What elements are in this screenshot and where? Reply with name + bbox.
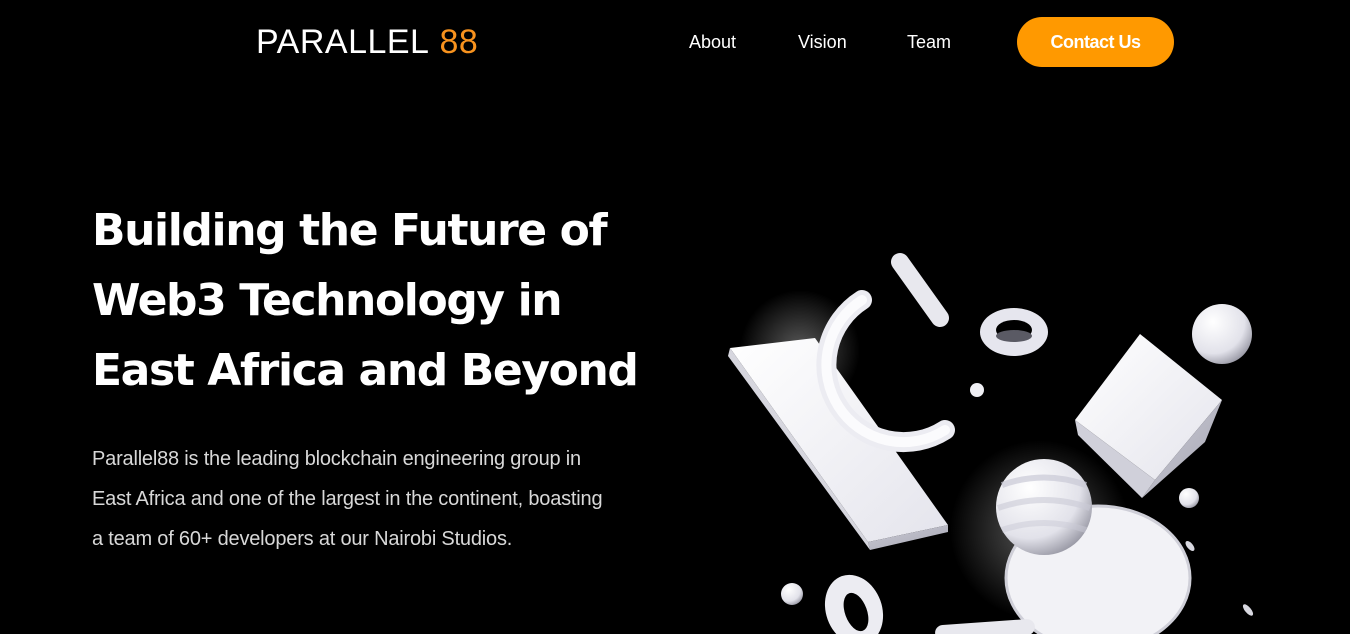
capsule-shape xyxy=(891,253,949,327)
hero-description-line-1: Parallel88 is the leading blockchain eng… xyxy=(92,448,581,470)
hero-3d-shapes-illustration xyxy=(728,253,1254,634)
bottom-torus-shape xyxy=(824,574,884,634)
striped-sphere-shape xyxy=(996,459,1092,555)
hero-title: Building the Future of Web3 Technology i… xyxy=(92,196,692,406)
navbar: PARALLEL 88 About Vision Team Contact Us xyxy=(0,0,1350,84)
nav-link-team[interactable]: Team xyxy=(907,30,951,54)
hero-title-line-2: Web3 Technology in xyxy=(92,275,563,326)
sphere-shape xyxy=(1192,304,1252,364)
contact-us-button[interactable]: Contact Us xyxy=(1017,17,1174,67)
nav-link-vision[interactable]: Vision xyxy=(798,30,847,54)
shard-shape xyxy=(1185,541,1195,551)
hero-description-line-3: a team of 60+ developers at our Nairobi … xyxy=(92,528,513,550)
logo[interactable]: PARALLEL 88 xyxy=(256,22,478,62)
bar-shape xyxy=(935,619,1035,634)
hero-description: Parallel88 is the leading blockchain eng… xyxy=(92,439,652,559)
logo-number: 88 xyxy=(439,23,479,61)
dot-shape xyxy=(781,583,803,605)
nav-link-about[interactable]: About xyxy=(689,30,736,54)
dot-shape xyxy=(970,383,984,397)
logo-text: PARALLEL xyxy=(256,23,430,61)
hero-title-line-3: East Africa and Beyond xyxy=(92,345,639,396)
small-torus-shape xyxy=(980,308,1048,356)
hero-description-line-2: East Africa and one of the largest in th… xyxy=(92,488,603,510)
dot-shape xyxy=(1179,488,1199,508)
hero-title-line-1: Building the Future of xyxy=(92,205,608,256)
shard-shape xyxy=(1242,604,1254,616)
